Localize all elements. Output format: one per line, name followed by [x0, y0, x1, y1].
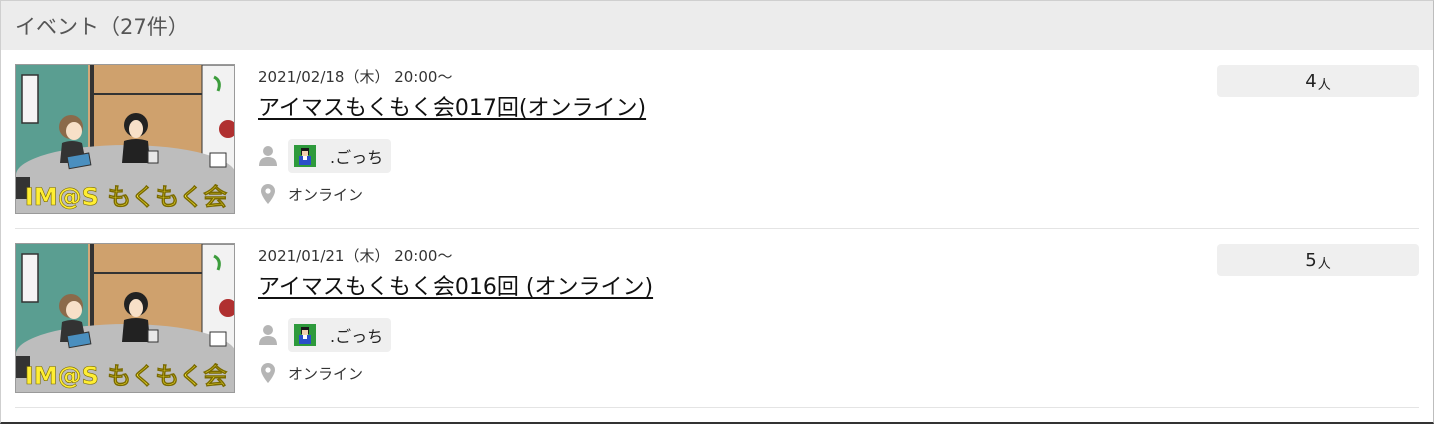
event-item: 2021/02/18（木） 20:00〜 アイマスもくもく会017回(オンライン…: [15, 50, 1419, 229]
event-list: 2021/02/18（木） 20:00〜 アイマスもくもく会017回(オンライン…: [1, 50, 1433, 408]
event-info: 2021/02/18（木） 20:00〜 アイマスもくもく会017回(オンライン…: [258, 66, 646, 206]
place-row: オンライン: [258, 361, 653, 385]
place-row: オンライン: [258, 182, 646, 206]
avatar: [294, 145, 316, 167]
person-icon: [258, 324, 278, 346]
organizer-chip[interactable]: .ごっち: [288, 318, 392, 352]
participant-count-badge: 5 人: [1217, 244, 1419, 276]
event-thumbnail[interactable]: [15, 243, 235, 393]
event-place: オンライン: [288, 185, 364, 204]
avatar: [294, 324, 316, 346]
event-place: オンライン: [288, 364, 364, 383]
event-thumbnail[interactable]: [15, 64, 235, 214]
events-panel: イベント（27件） 2021/02/18（木） 20:00〜 アイマスもくもく会…: [0, 0, 1434, 424]
participant-count-unit: 人: [1317, 256, 1331, 272]
map-pin-icon: [258, 183, 278, 205]
panel-header: イベント（27件）: [1, 1, 1433, 50]
event-title-link[interactable]: アイマスもくもく会016回 (オンライン): [258, 273, 653, 303]
organizer-name: .ごっち: [330, 327, 384, 346]
organizer-name: .ごっち: [330, 148, 384, 167]
organizer-row: .ごっち: [258, 317, 653, 353]
event-info: 2021/01/21（木） 20:00〜 アイマスもくもく会016回 (オンライ…: [258, 245, 653, 385]
organizer-chip[interactable]: .ごっち: [288, 139, 392, 173]
participant-count-badge: 4 人: [1217, 65, 1419, 97]
event-date: 2021/02/18（木） 20:00〜: [258, 68, 453, 86]
participant-count: 4: [1305, 70, 1317, 92]
panel-title: イベント（27件）: [15, 14, 189, 39]
participant-count: 5: [1305, 249, 1317, 271]
person-icon: [258, 145, 278, 167]
organizer-row: .ごっち: [258, 138, 646, 174]
participant-count-unit: 人: [1317, 77, 1331, 93]
event-title-link[interactable]: アイマスもくもく会017回(オンライン): [258, 94, 646, 124]
event-item: 2021/01/21（木） 20:00〜 アイマスもくもく会016回 (オンライ…: [15, 229, 1419, 408]
map-pin-icon: [258, 362, 278, 384]
event-date: 2021/01/21（木） 20:00〜: [258, 247, 453, 265]
